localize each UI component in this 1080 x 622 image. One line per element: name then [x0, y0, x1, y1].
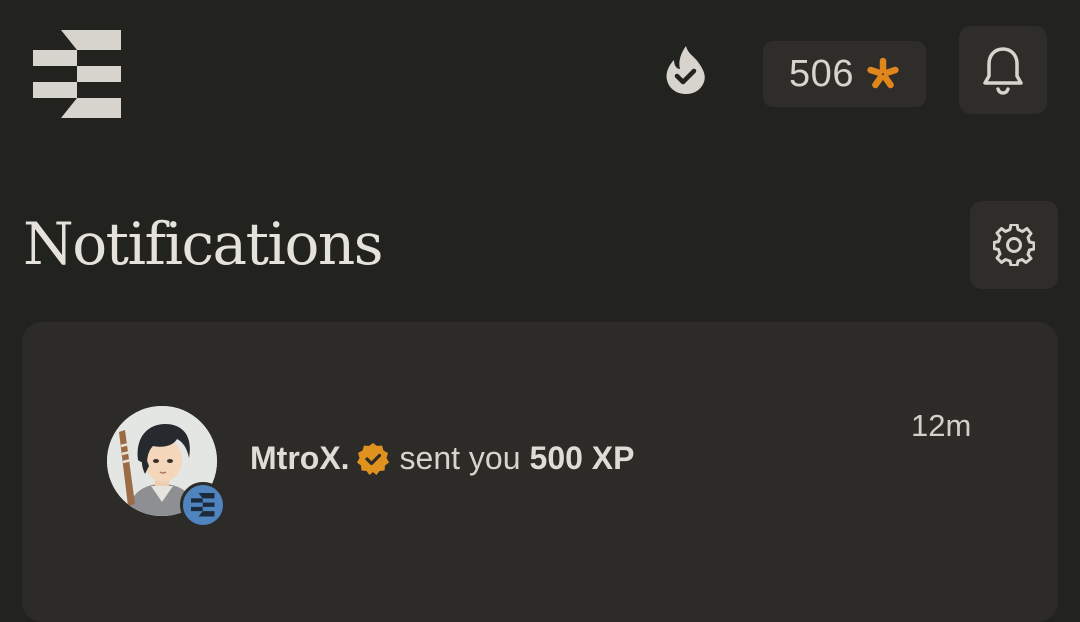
verified-badge-icon — [356, 442, 389, 475]
xp-amount: 500 XP — [529, 440, 635, 476]
stacked-bars-logo-icon — [191, 493, 215, 517]
notifications-button[interactable] — [959, 26, 1047, 114]
notification-card[interactable]: MtroX. sent you 500 XP 12m — [22, 322, 1058, 622]
notification-settings-button[interactable] — [970, 201, 1058, 289]
notification-time: 12m — [911, 408, 972, 443]
avatar-app-badge — [180, 482, 226, 528]
asterisk-star-icon — [867, 57, 899, 89]
streak-flame-icon[interactable] — [664, 44, 708, 94]
app-logo[interactable] — [33, 30, 123, 120]
notification-text: MtroX. sent you 500 XP — [250, 440, 634, 477]
notification-action: sent you — [399, 440, 521, 476]
page-title: Notifications — [23, 210, 384, 278]
xp-value: 506 — [789, 52, 854, 95]
sender-name[interactable]: MtroX. — [250, 440, 350, 477]
xp-balance[interactable]: 506 — [763, 41, 926, 107]
sender-avatar[interactable] — [107, 406, 226, 528]
gear-icon — [993, 224, 1035, 266]
bell-icon — [983, 47, 1023, 95]
